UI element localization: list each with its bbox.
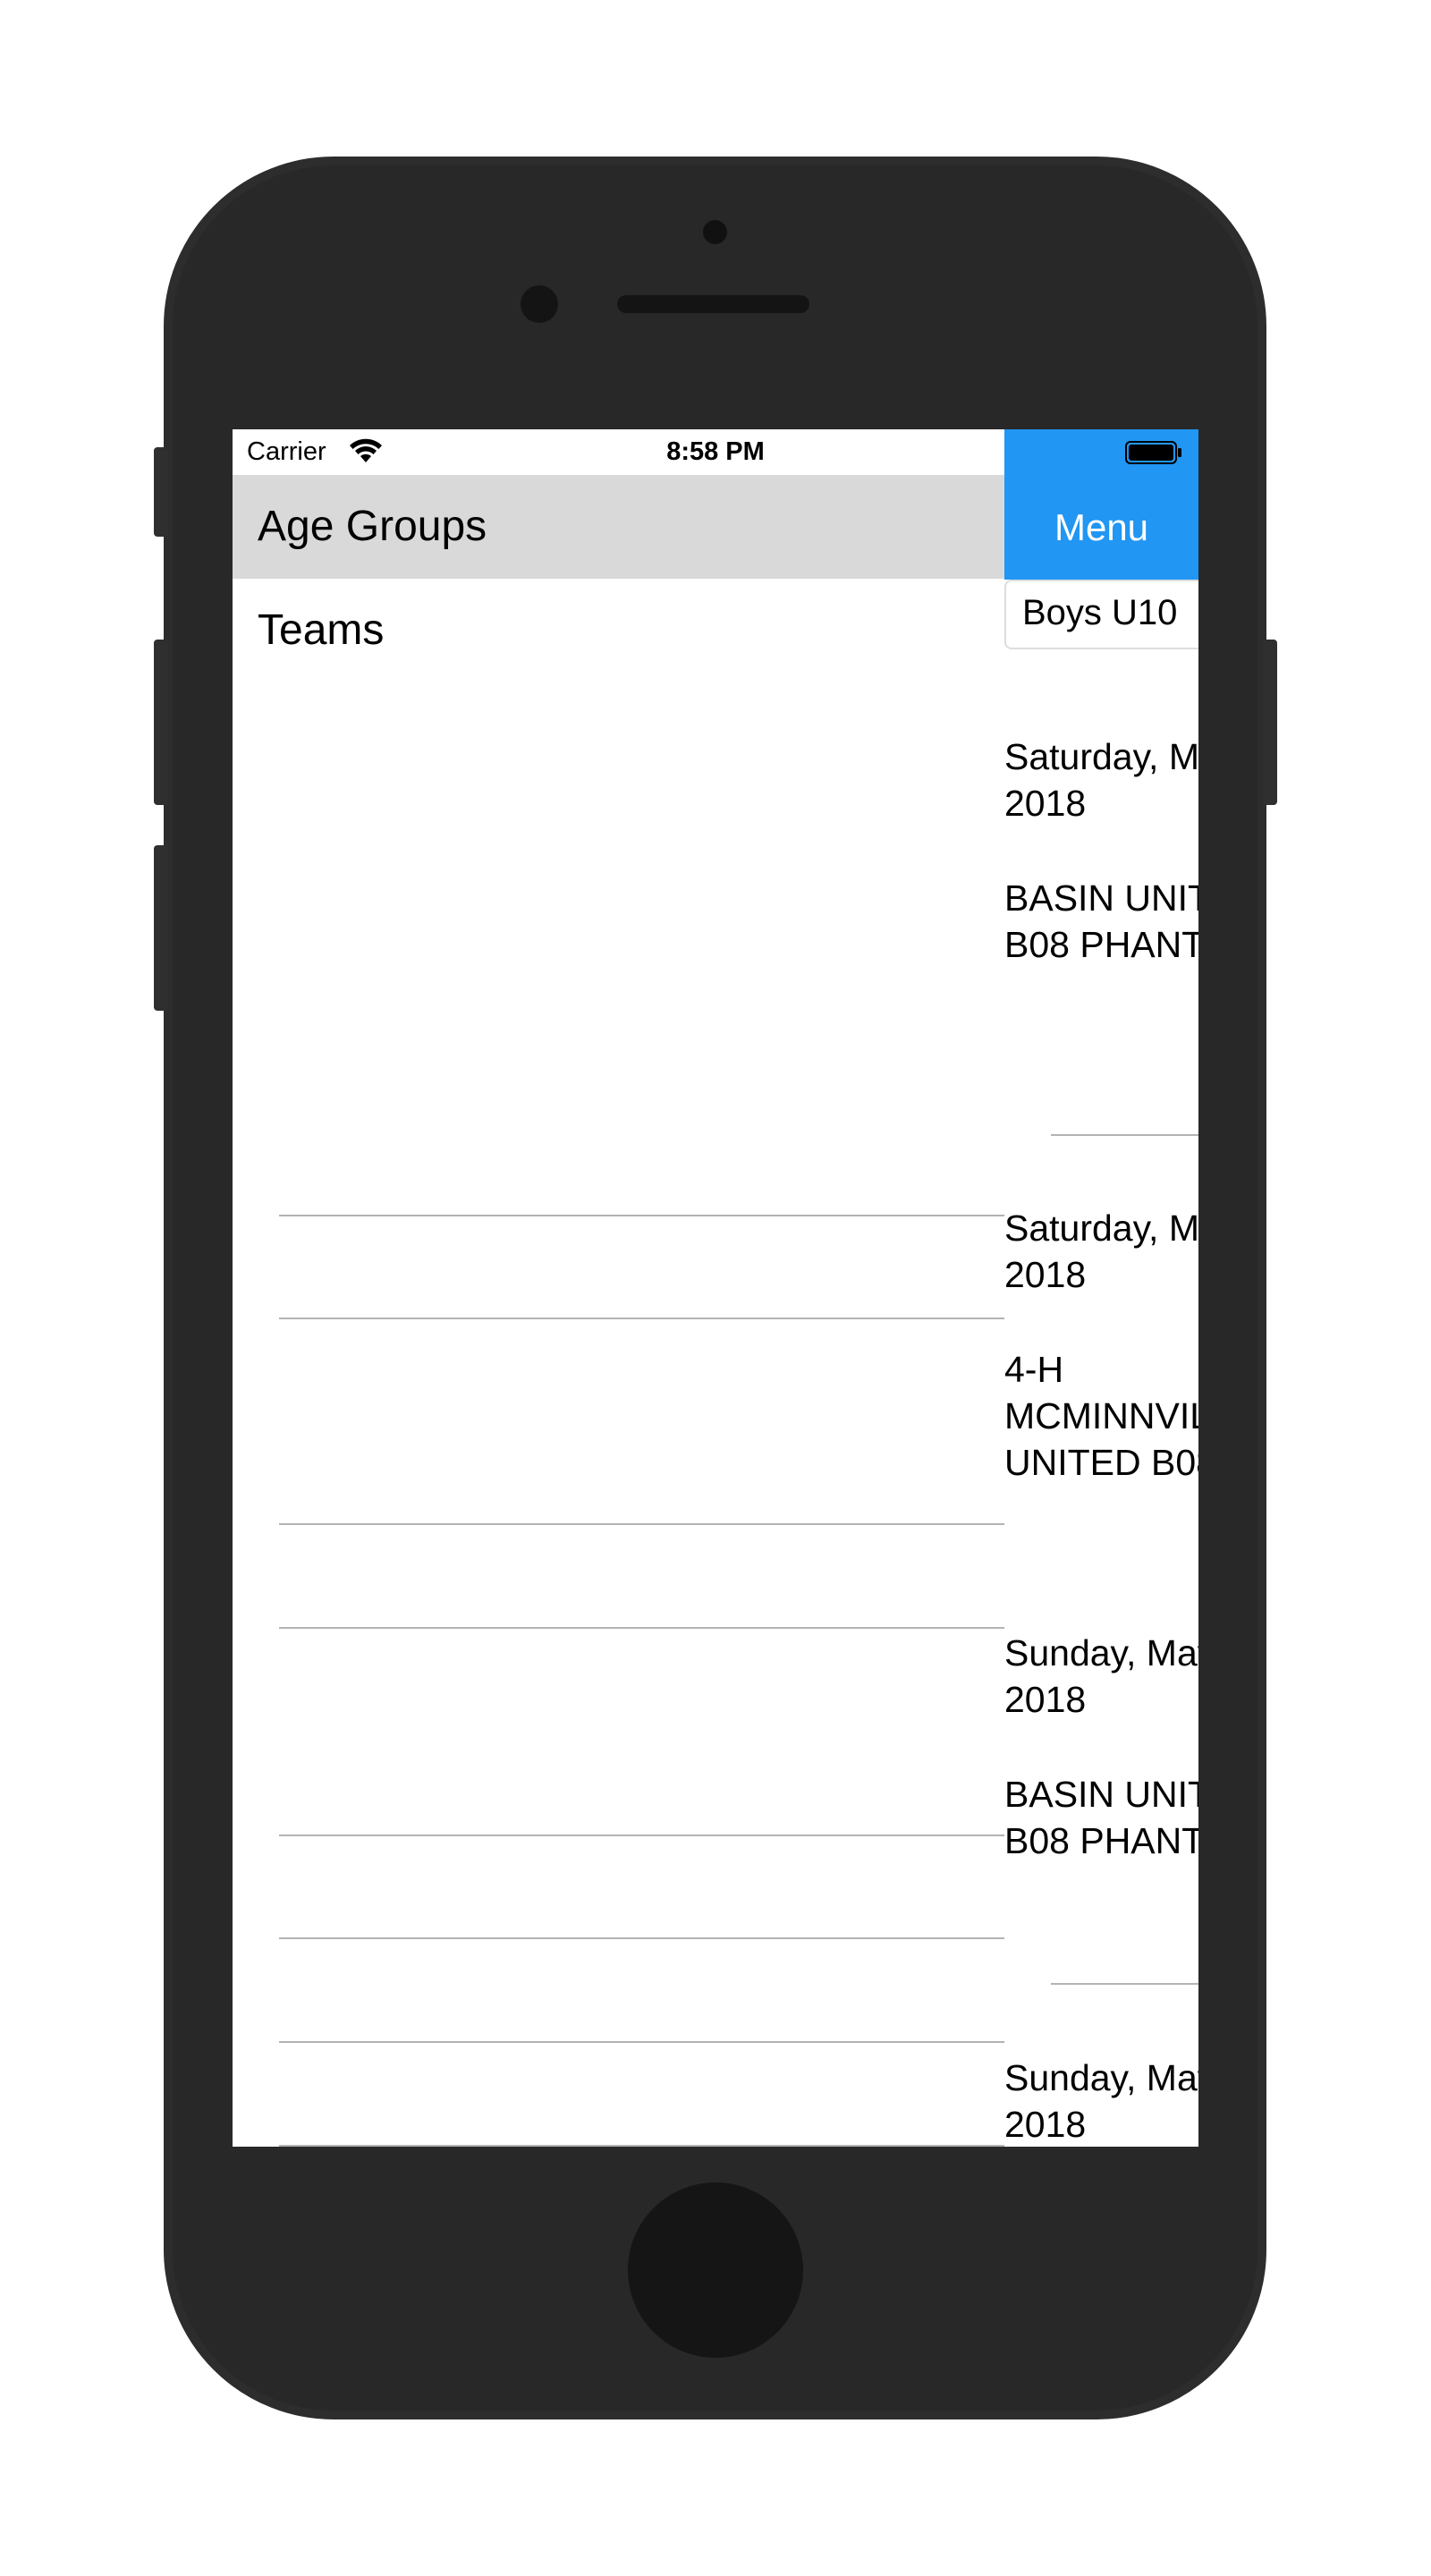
menu-button[interactable]: Menu xyxy=(1004,475,1198,580)
list-separator xyxy=(1051,1134,1198,1136)
list-separator xyxy=(279,1215,1004,1216)
age-group-picker[interactable]: Boys U10 xyxy=(1004,580,1198,649)
list-separator xyxy=(279,2041,1004,2043)
list-separator xyxy=(1051,1983,1198,1985)
list-separator xyxy=(279,1523,1004,1525)
game-date: Sunday, May 27, 2018 xyxy=(1004,1632,1198,1720)
earpiece-speaker xyxy=(617,295,809,313)
flyout-menu: Age Groups Teams xyxy=(233,475,1004,2147)
game-date: Saturday, May 26, 2018 xyxy=(1004,1208,1198,1295)
game-date: Sunday, May 27, 2018 xyxy=(1004,2057,1198,2145)
volume-down-button xyxy=(154,845,168,1011)
game-list-item[interactable]: Sunday, May 27, 2018 xyxy=(1004,2055,1198,2147)
home-button[interactable] xyxy=(628,2182,803,2358)
game-teams: 4-H MCMINNVILLE UNITED B08 xyxy=(1004,1349,1198,1483)
device-screen: Age Groups Teams Menu Boys U10 Saturday,… xyxy=(233,429,1198,2147)
game-date: Saturday, May 26, 2018 xyxy=(1004,736,1198,824)
game-list-item[interactable]: Saturday, May 26, 2018 BASIN UNITED B08 … xyxy=(1004,733,1198,968)
game-teams: BASIN UNITED B08 PHANTOM xyxy=(1004,877,1198,965)
list-separator xyxy=(279,1937,1004,1939)
list-separator xyxy=(279,1318,1004,1319)
flyout-item-label: Teams xyxy=(258,606,385,654)
volume-up-button xyxy=(154,640,168,805)
game-list-item[interactable]: Saturday, May 26, 2018 4-H MCMINNVILLE U… xyxy=(1004,1205,1198,1486)
game-teams: BASIN UNITED B08 PHANTOM xyxy=(1004,1774,1198,1861)
game-list-item[interactable]: Sunday, May 27, 2018 BASIN UNITED B08 PH… xyxy=(1004,1630,1198,1864)
status-time: 8:58 PM xyxy=(666,437,765,466)
status-bar: Carrier 8:58 PM xyxy=(233,429,1198,475)
flyout-item-age-groups[interactable]: Age Groups xyxy=(233,475,1004,579)
list-separator xyxy=(279,1835,1004,1836)
flyout-item-label: Age Groups xyxy=(258,503,487,550)
proximity-sensor xyxy=(703,220,727,244)
list-separator xyxy=(279,2145,1004,2147)
list-separator xyxy=(279,1627,1004,1629)
power-button xyxy=(1263,640,1277,805)
flyout-item-teams[interactable]: Teams xyxy=(233,579,1004,682)
schedule-page: Menu Boys U10 Saturday, May 26, 2018 BAS… xyxy=(1004,429,1198,2147)
front-camera xyxy=(521,285,558,323)
battery-full-icon xyxy=(1125,441,1181,464)
mute-switch xyxy=(154,447,168,537)
